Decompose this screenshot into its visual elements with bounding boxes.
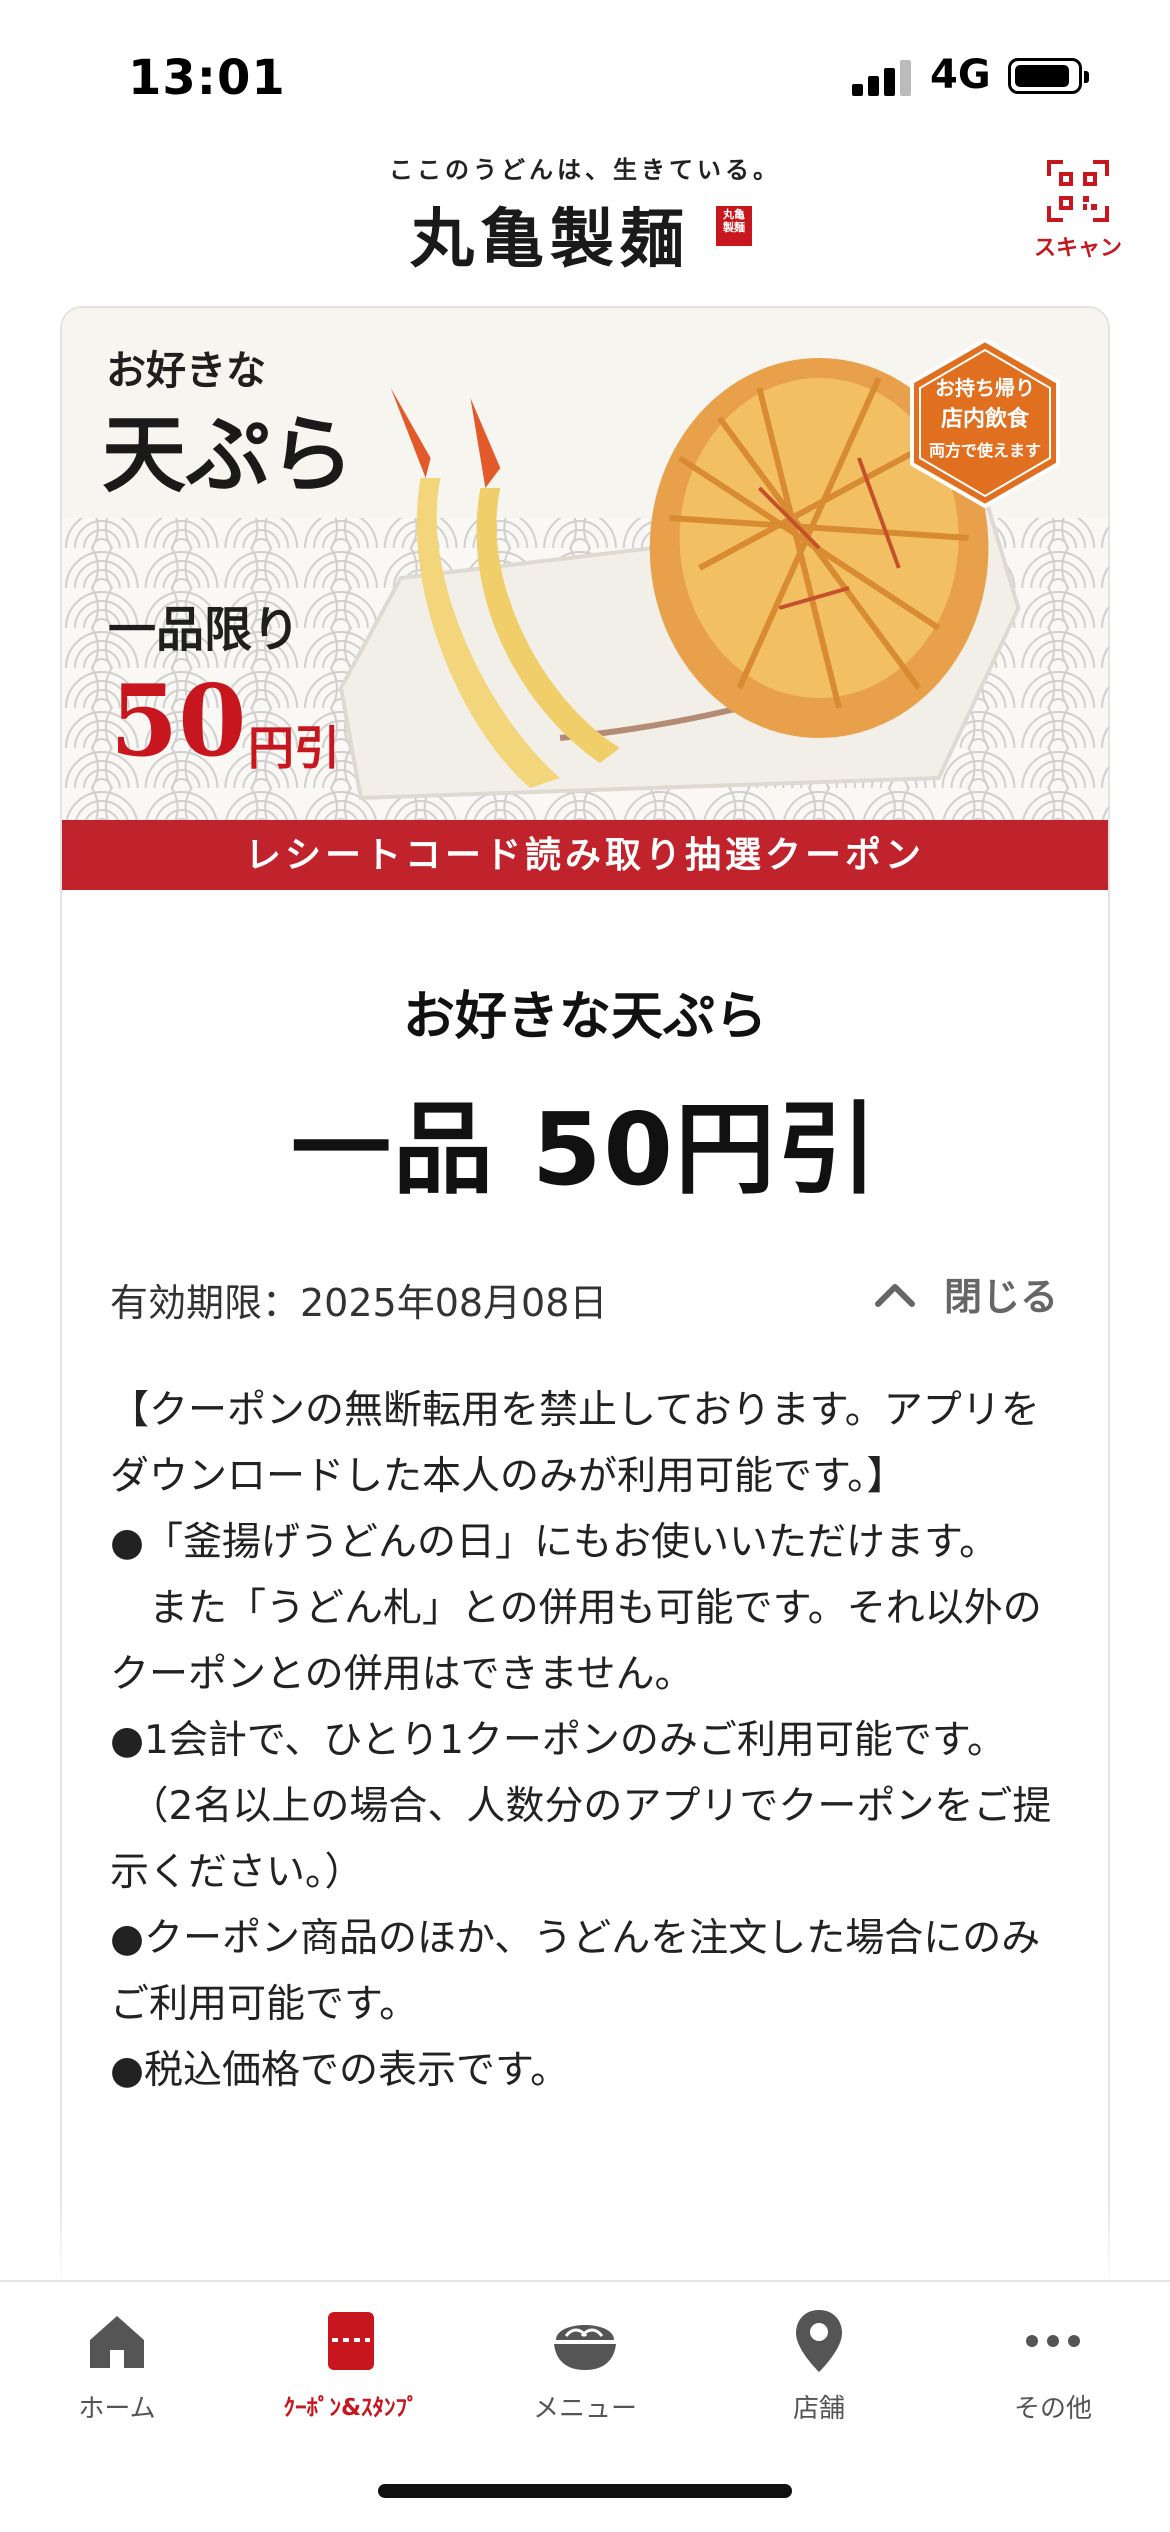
tab-label: その他: [1013, 2394, 1092, 2424]
location-pin-icon: [796, 2310, 842, 2372]
tab-more[interactable]: その他: [936, 2306, 1170, 2456]
tab-label: 店舗: [792, 2394, 845, 2424]
badge-line-1: お持ち帰り: [935, 376, 1035, 400]
tab-label: ｸｰﾎﾟﾝ&ｽﾀﾝﾌﾟ: [283, 2395, 419, 2421]
brand-seal-icon: 丸亀 製麺: [716, 206, 752, 246]
tab-menu[interactable]: メニュー: [468, 2306, 702, 2456]
app-header: ここのうどんは、生きている。 丸亀製麺 丸亀 製麺 スキャン: [0, 140, 1170, 300]
validity-date: 有効期限：2025年08月08日: [110, 1281, 608, 1325]
banner-price-unit: 円引: [248, 721, 340, 775]
status-time: 13:01: [128, 50, 286, 106]
status-bar: 13:01 4G: [0, 0, 1170, 140]
more-icon: [1026, 2335, 1080, 2347]
note-item: ●「釜揚げうどんの日」にもお使いいただけます。: [110, 1520, 999, 1565]
banner-strip: レシートコード読み取り抽選クーポン: [62, 820, 1108, 890]
badge-line-3: 両方で使えます: [928, 441, 1041, 460]
tab-label: ホーム: [78, 2394, 156, 2424]
brand-tagline: ここのうどんは、生きている。: [389, 155, 781, 184]
coupon-banner: お好きな 天ぷら 一品限り 50 円引 お持ち帰り 店内飲食 両方で使えます レ…: [62, 308, 1108, 890]
battery-icon: [1008, 58, 1089, 94]
cellular-signal-icon: [852, 60, 912, 96]
close-details-toggle[interactable]: 閉じる: [874, 1266, 1058, 1321]
note-item: ●1会計で、ひとり1クーポンのみご利用可能です。: [110, 1718, 1007, 1763]
chevron-up-icon: [874, 1283, 915, 1307]
note-item: また「うどん札」との併用も可能です。それ以外のクーポンとの併用はできません。: [110, 1586, 1042, 1697]
tab-coupon-stamp[interactable]: ｸｰﾎﾟﾝ&ｽﾀﾝﾌﾟ: [234, 2306, 468, 2456]
tab-stores[interactable]: 店舗: [702, 2306, 936, 2456]
scan-button[interactable]: スキャン: [1030, 160, 1126, 261]
network-type: 4G: [930, 52, 991, 98]
coupon-amount: 一品 50円引: [291, 1091, 879, 1208]
close-label: 閉じる: [943, 1275, 1058, 1319]
tab-label: メニュー: [532, 2394, 637, 2424]
note-item: （2名以上の場合、人数分のアプリでクーポンをご提示ください。）: [110, 1784, 1052, 1895]
note-item: ●クーポン商品のほか、うどんを注文した場合にのみご利用可能です。: [110, 1916, 1041, 2027]
coupon-title: お好きな天ぷら: [402, 987, 767, 1047]
banner-limit: 一品限り: [108, 602, 301, 658]
takeout-dine-in-badge: お持ち帰り 店内飲食 両方で使えます: [908, 337, 1062, 509]
scan-label: スキャン: [1033, 236, 1122, 261]
bowl-icon: [554, 2325, 616, 2370]
coupon-icon: [328, 2312, 374, 2370]
qr-scan-icon: [1047, 160, 1109, 222]
note-item: ●税込価格での表示です。: [110, 2048, 570, 2093]
banner-price: 50: [110, 664, 247, 779]
tab-home[interactable]: ホーム: [0, 2306, 234, 2456]
brand-logo: 丸亀製麺: [410, 202, 690, 277]
badge-line-2: 店内飲食: [940, 407, 1029, 432]
home-indicator: [378, 2484, 792, 2498]
home-icon: [90, 2316, 144, 2368]
coupon-card: お好きな 天ぷら 一品限り 50 円引 お持ち帰り 店内飲食 両方で使えます レ…: [60, 306, 1110, 2326]
coupon-notes: 【クーポンの無断転用を禁止しております。アプリをダウンロードした本人のみが利用可…: [110, 1378, 1070, 2104]
scroll-fade: [0, 2190, 1170, 2280]
banner-title-big: 天ぷら: [102, 405, 355, 504]
note-item: 【クーポンの無断転用を禁止しております。アプリをダウンロードした本人のみが利用可…: [110, 1388, 1040, 1499]
